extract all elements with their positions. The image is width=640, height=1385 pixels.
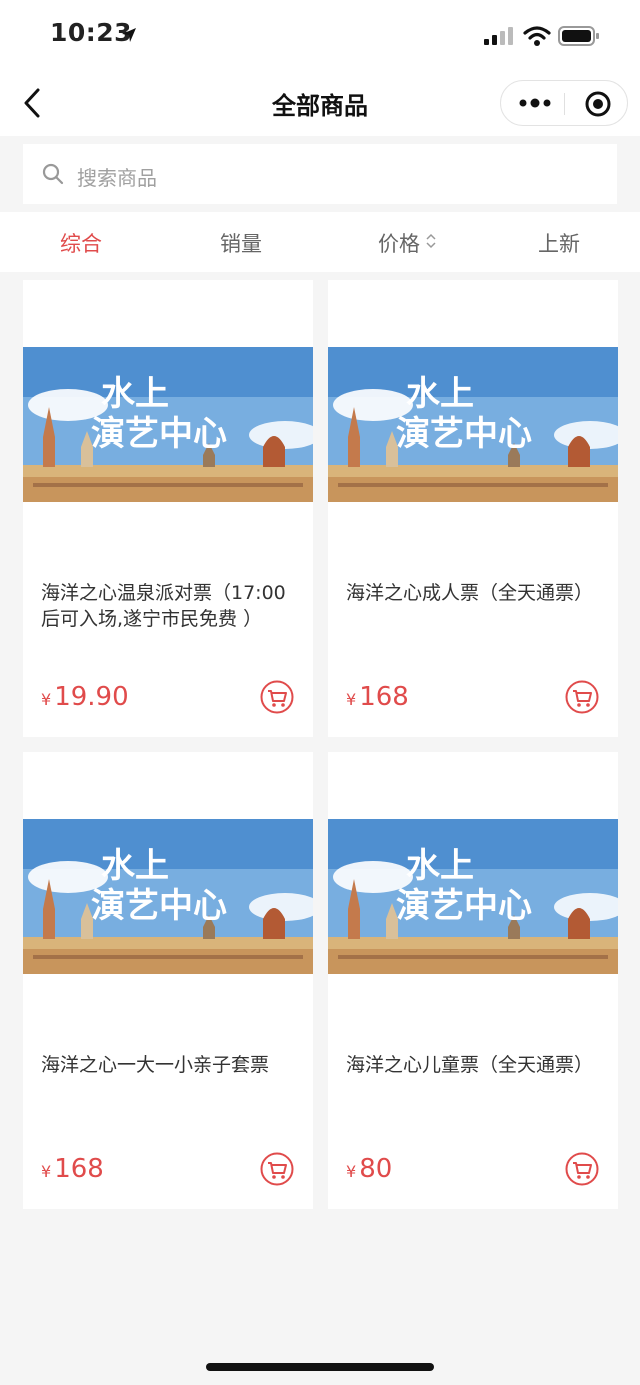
- product-image[interactable]: 水上 演艺中心: [328, 819, 618, 974]
- product-image-art: 水上 演艺中心: [328, 819, 618, 974]
- home-indicator[interactable]: [206, 1363, 434, 1371]
- status-bar: 10:23: [0, 0, 640, 70]
- add-to-cart-icon[interactable]: [565, 680, 599, 714]
- image-title-line2: 演艺中心: [91, 886, 227, 926]
- tab-price[interactable]: 价格: [378, 228, 420, 258]
- image-title-line2: 演艺中心: [396, 414, 532, 454]
- cellular-signal-icon: [484, 27, 513, 45]
- more-icon[interactable]: [519, 95, 551, 111]
- product-price: ¥19.90: [41, 682, 129, 712]
- price-value: 168: [359, 682, 409, 712]
- nav-bar: 全部商品: [0, 70, 640, 136]
- mini-program-capsule: [500, 80, 628, 126]
- add-to-cart-icon[interactable]: [260, 1152, 294, 1186]
- sort-bar: 综合 销量 价格 上新: [0, 212, 640, 272]
- tab-sales[interactable]: 销量: [220, 228, 262, 258]
- price-currency: ¥: [346, 690, 357, 709]
- tab-comprehensive[interactable]: 综合: [60, 228, 102, 258]
- price-value: 80: [359, 1154, 393, 1184]
- price-currency: ¥: [41, 1162, 52, 1181]
- image-title-line1: 水上: [406, 374, 474, 414]
- product-image[interactable]: 水上 演艺中心: [23, 347, 313, 502]
- price-value: 19.90: [54, 682, 129, 712]
- product-card[interactable]: 水上 演艺中心 海洋之心儿童票（全天通票） ¥80: [328, 752, 618, 1209]
- add-to-cart-icon[interactable]: [565, 1152, 599, 1186]
- search-input[interactable]: 搜索商品: [23, 144, 617, 204]
- product-image-art: 水上 演艺中心: [23, 819, 313, 974]
- product-image[interactable]: 水上 演艺中心: [328, 347, 618, 502]
- product-price: ¥168: [346, 682, 409, 712]
- add-to-cart-icon[interactable]: [260, 680, 294, 714]
- product-title[interactable]: 海洋之心成人票（全天通票）: [346, 580, 608, 606]
- product-title[interactable]: 海洋之心一大一小亲子套票: [41, 1052, 303, 1078]
- location-arrow-icon: [122, 28, 136, 42]
- image-title-line1: 水上: [101, 374, 169, 414]
- price-value: 168: [54, 1154, 104, 1184]
- product-image-art: 水上 演艺中心: [23, 347, 313, 502]
- image-title-line2: 演艺中心: [396, 886, 532, 926]
- image-title-line1: 水上: [406, 846, 474, 886]
- product-card[interactable]: 水上 演艺中心 海洋之心成人票（全天通票） ¥168: [328, 280, 618, 737]
- price-currency: ¥: [346, 1162, 357, 1181]
- image-title-line2: 演艺中心: [91, 414, 227, 454]
- product-title[interactable]: 海洋之心儿童票（全天通票）: [346, 1052, 608, 1078]
- image-title-line1: 水上: [101, 846, 169, 886]
- price-currency: ¥: [41, 690, 52, 709]
- close-mini-program-icon[interactable]: [585, 91, 611, 117]
- product-price: ¥168: [41, 1154, 104, 1184]
- product-price: ¥80: [346, 1154, 392, 1184]
- product-card[interactable]: 水上 演艺中心 海洋之心一大一小亲子套票 ¥168: [23, 752, 313, 1209]
- wifi-icon: [523, 26, 551, 46]
- sort-arrows-icon: [426, 233, 436, 249]
- tab-new[interactable]: 上新: [538, 228, 580, 258]
- capsule-divider: [564, 93, 565, 115]
- search-icon: [42, 163, 64, 185]
- search-placeholder: 搜索商品: [77, 166, 157, 190]
- product-image-art: 水上 演艺中心: [328, 347, 618, 502]
- product-card[interactable]: 水上 演艺中心 海洋之心温泉派对票（17:00后可入场,遂宁市民免费 ） ¥19…: [23, 280, 313, 737]
- product-image[interactable]: 水上 演艺中心: [23, 819, 313, 974]
- product-title[interactable]: 海洋之心温泉派对票（17:00后可入场,遂宁市民免费 ）: [41, 580, 303, 632]
- battery-icon: [558, 26, 599, 46]
